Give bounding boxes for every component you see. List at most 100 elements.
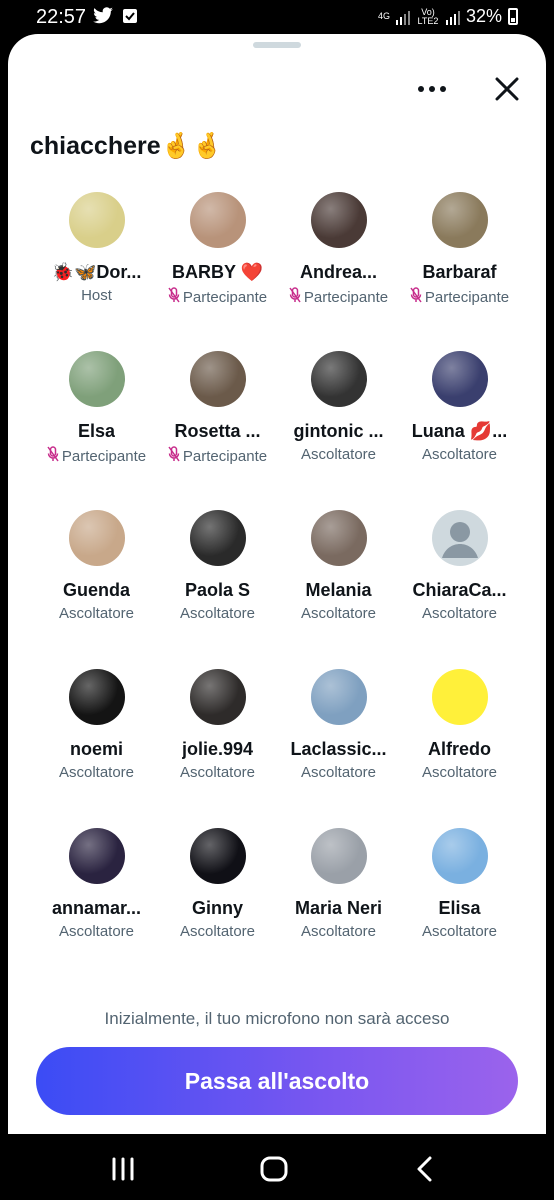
checkbox-notification-icon <box>123 9 137 23</box>
participant-role: Ascoltatore <box>180 605 255 622</box>
participant-card[interactable]: ChiaraCa... Ascoltatore <box>399 506 520 665</box>
participant-card[interactable]: Melania Ascoltatore <box>278 506 399 665</box>
space-title: chiacchere🤞🤞 <box>30 132 223 160</box>
participant-card[interactable]: Laclassic... Ascoltatore <box>278 665 399 824</box>
home-button[interactable] <box>254 1154 294 1184</box>
signal-icon-2 <box>445 9 460 25</box>
participant-name: 🐞🦋Dor... <box>51 262 142 282</box>
participant-role: Partecipante <box>168 287 267 307</box>
participant-role: Ascoltatore <box>301 764 376 781</box>
close-icon <box>495 77 519 101</box>
participant-role: Ascoltatore <box>422 923 497 940</box>
avatar[interactable] <box>431 192 488 248</box>
network-type: 4G <box>377 11 390 21</box>
participant-card[interactable]: Rosetta ... Partecipante <box>157 347 278 506</box>
dot-icon <box>418 86 424 92</box>
avatar[interactable] <box>189 192 246 248</box>
participant-role: Partecipante <box>168 446 267 466</box>
battery-percent: 32% <box>465 6 502 26</box>
mic-off-icon <box>289 287 301 307</box>
participant-card[interactable]: BARBY ❤️ Partecipante <box>157 188 278 347</box>
participant-card[interactable]: Andrea... Partecipante <box>278 188 399 347</box>
participant-card[interactable]: Luana 💋... Ascoltatore <box>399 347 520 506</box>
participant-name: Elsa <box>77 421 116 441</box>
participant-card[interactable]: jolie.994 Ascoltatore <box>157 665 278 824</box>
role-label: Ascoltatore <box>421 764 498 781</box>
participant-card[interactable]: Barbaraf Partecipante <box>399 188 520 347</box>
participant-card[interactable]: Elisa Ascoltatore <box>399 824 520 983</box>
mic-off-icon <box>168 446 180 466</box>
participant-role: Ascoltatore <box>301 605 376 622</box>
participant-card[interactable]: Ginny Ascoltatore <box>157 824 278 983</box>
status-bar: 22:57 4G Vo) LTE2 32% <box>0 0 554 34</box>
avatar[interactable] <box>68 351 125 407</box>
role-label: Partecipante <box>424 288 510 306</box>
avatar[interactable] <box>431 669 488 725</box>
role-label: Partecipante <box>61 447 147 465</box>
participant-role: Ascoltatore <box>422 605 497 622</box>
avatar[interactable] <box>68 828 125 884</box>
start-listening-button[interactable]: Passa all'ascolto <box>36 1047 518 1115</box>
role-label: Ascoltatore <box>300 605 377 622</box>
role-label: Ascoltatore <box>58 923 135 940</box>
avatar[interactable] <box>310 351 367 407</box>
recents-button[interactable] <box>103 1154 143 1184</box>
participant-card[interactable]: Alfredo Ascoltatore <box>399 665 520 824</box>
participant-role: Ascoltatore <box>180 923 255 940</box>
avatar[interactable] <box>310 192 367 248</box>
avatar[interactable] <box>68 510 125 566</box>
notification-icons <box>92 7 138 25</box>
participant-name: Barbaraf <box>422 262 497 282</box>
drag-handle[interactable] <box>253 42 301 48</box>
participant-card[interactable]: Guenda Ascoltatore <box>36 506 157 665</box>
participant-name: Guenda <box>62 580 130 600</box>
avatar[interactable] <box>310 669 367 725</box>
role-label: Partecipante <box>182 447 268 465</box>
participant-name: Melania <box>305 580 372 600</box>
back-button[interactable] <box>405 1154 445 1184</box>
avatar[interactable] <box>189 669 246 725</box>
avatar[interactable] <box>431 510 488 566</box>
signal-icon <box>395 9 410 25</box>
participant-role: Partecipante <box>289 287 388 307</box>
participant-card[interactable]: Elsa Partecipante <box>36 347 157 506</box>
mic-off-icon <box>168 287 180 307</box>
participant-role: Ascoltatore <box>301 446 376 463</box>
participant-name: Elisa <box>438 898 481 918</box>
role-label: Ascoltatore <box>421 446 498 463</box>
recents-icon <box>112 1157 134 1181</box>
default-avatar-icon <box>441 522 478 558</box>
home-icon <box>260 1156 288 1182</box>
avatar[interactable] <box>310 510 367 566</box>
participant-card[interactable]: Paola S Ascoltatore <box>157 506 278 665</box>
participant-card[interactable]: gintonic ... Ascoltatore <box>278 347 399 506</box>
footer: Inizialmente, il tuo microfono non sarà … <box>8 979 546 1134</box>
close-button[interactable] <box>490 72 524 106</box>
participant-name: noemi <box>69 739 123 759</box>
avatar[interactable] <box>189 828 246 884</box>
participant-card[interactable]: noemi Ascoltatore <box>36 665 157 824</box>
participant-name: Maria Neri <box>294 898 383 918</box>
avatar[interactable] <box>310 828 367 884</box>
role-label: Ascoltatore <box>300 446 377 463</box>
participant-name: Andrea... <box>299 262 378 282</box>
avatar[interactable] <box>68 192 125 248</box>
avatar[interactable] <box>431 828 488 884</box>
avatar[interactable] <box>68 669 125 725</box>
volte-label: Vo) LTE2 <box>417 6 439 26</box>
dot-icon <box>440 86 446 92</box>
more-options-button[interactable] <box>408 78 456 100</box>
participant-name: ChiaraCa... <box>412 580 507 600</box>
participant-name: Laclassic... <box>290 739 387 759</box>
dot-icon <box>429 86 435 92</box>
participant-card[interactable]: Maria Neri Ascoltatore <box>278 824 399 983</box>
avatar[interactable] <box>189 510 246 566</box>
participant-name: Rosetta ... <box>174 421 261 441</box>
participant-card[interactable]: annamar... Ascoltatore <box>36 824 157 983</box>
avatar[interactable] <box>189 351 246 407</box>
space-sheet: chiacchere🤞🤞 🐞🦋Dor... Host BARBY ❤️ Parteci… <box>8 34 546 1134</box>
participant-name: jolie.994 <box>181 739 254 759</box>
role-label: Ascoltatore <box>421 605 498 622</box>
participant-card[interactable]: 🐞🦋Dor... Host <box>36 188 157 347</box>
avatar[interactable] <box>431 351 488 407</box>
